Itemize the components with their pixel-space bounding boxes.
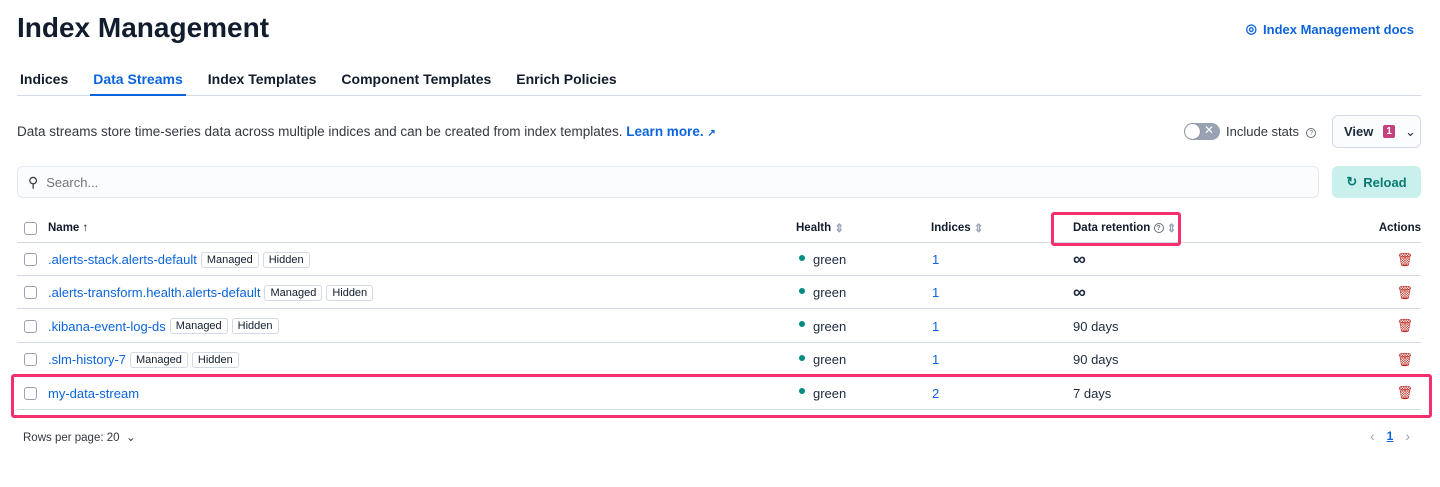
chevron-down-icon: ⌄ (125, 432, 136, 444)
table-header: Name ↑ Health ⇕ Indices ⇕ Data retention… (17, 213, 1421, 243)
table-row: .slm-history-7 Managed Hidden green 1 90 d… (17, 343, 1421, 377)
indices-count-link[interactable]: 1 (932, 252, 939, 267)
health-status: green (813, 318, 847, 334)
tag-managed: Managed (130, 351, 188, 368)
indices-count-link[interactable]: 1 (932, 319, 939, 334)
health-status: green (813, 285, 847, 301)
search-field[interactable]: ⚲ (17, 166, 1319, 198)
rows-per-page[interactable]: Rows per page: 20 ⌄ (23, 430, 136, 444)
reload-button[interactable]: ↻ Reload (1332, 166, 1421, 198)
column-health-label: Health (796, 222, 832, 234)
tab-index-templates[interactable]: Index Templates (205, 64, 320, 96)
delete-icon[interactable]: 🗑 (1396, 343, 1413, 376)
column-indices-label: Indices (931, 222, 971, 234)
page-1-button[interactable]: 1 (1387, 429, 1394, 443)
health-dot-icon (799, 254, 805, 261)
toggle-knob (1185, 124, 1200, 139)
table-row: .alerts-stack.alerts-default Managed Hidde… (17, 243, 1421, 276)
include-stats-toggle[interactable]: ✕ (1184, 123, 1220, 140)
tag-managed: Managed (200, 251, 259, 268)
data-retention-value: ∞ (1073, 249, 1086, 269)
tab-component-templates[interactable]: Component Templates (338, 64, 494, 96)
learn-more-label: Learn more. (626, 124, 704, 139)
tag-managed: Managed (169, 318, 228, 335)
tag-managed: Managed (264, 284, 323, 301)
delete-icon[interactable]: 🗑 (1396, 243, 1413, 276)
docs-link[interactable]: ◎ Index Management docs (1246, 21, 1414, 37)
data-retention-value: 90 days (1073, 318, 1119, 334)
search-icon: ⚲ (28, 173, 39, 190)
sortable-icon: ⇕ (834, 223, 844, 235)
tab-data-streams[interactable]: Data Streams (90, 64, 186, 96)
description: Data streams store time-series data acro… (17, 124, 716, 139)
column-name-label: Name (48, 222, 80, 234)
health-status: green (813, 252, 847, 267)
learn-more-link[interactable]: Learn more. ↗ (626, 124, 715, 139)
row-checkbox[interactable] (24, 286, 37, 300)
reload-label: Reload (1363, 174, 1407, 190)
highlight-retention-header (1051, 212, 1181, 246)
health-status: green (813, 352, 847, 368)
health-dot-icon (799, 287, 805, 294)
prev-page-icon[interactable]: ‹ (1370, 428, 1375, 444)
health-dot-icon (799, 354, 805, 361)
data-stream-name-link[interactable]: .alerts-stack.alerts-default (48, 252, 197, 267)
external-link-icon: ↗ (707, 128, 716, 139)
cross-icon: ✕ (1204, 123, 1215, 137)
data-stream-name-link[interactable]: .kibana-event-log-ds (48, 319, 166, 334)
sortable-icon: ⇕ (973, 223, 984, 235)
lifebuoy-icon: ◎ (1245, 21, 1258, 36)
tag-hidden: Hidden (262, 251, 310, 268)
tag-hidden: Hidden (231, 318, 279, 335)
row-checkbox[interactable] (24, 353, 37, 367)
tag-hidden: Hidden (326, 284, 374, 301)
row-checkbox[interactable] (24, 253, 37, 266)
tabs: Indices Data Streams Index Templates Com… (17, 64, 1421, 96)
data-stream-name-link[interactable]: .slm-history-7 (48, 352, 126, 367)
docs-link-label: Index Management docs (1263, 21, 1414, 37)
table-row: .alerts-transform.health.alerts-default M… (17, 276, 1421, 310)
view-button[interactable]: View 1 ⌄ (1332, 115, 1421, 148)
column-indices[interactable]: Indices ⇕ (931, 213, 983, 243)
row-checkbox[interactable] (24, 319, 37, 333)
table-row: .kibana-event-log-ds Managed Hidden green … (17, 310, 1421, 343)
data-stream-name-link[interactable]: .alerts-transform.health.alerts-default (48, 285, 260, 300)
health-dot-icon (799, 321, 805, 328)
view-badge: 1 (1383, 125, 1395, 138)
page-title: Index Management (17, 12, 270, 43)
refresh-icon: ↻ (1346, 174, 1358, 189)
help-icon: ? (1306, 127, 1317, 138)
include-stats-label: Include stats ? (1226, 124, 1317, 139)
data-retention-value: 90 days (1073, 352, 1119, 368)
sort-up-icon: ↑ (82, 222, 89, 234)
indices-count-link[interactable]: 1 (932, 352, 939, 367)
include-stats-text: Include stats (1226, 124, 1299, 139)
column-actions: Actions (1378, 222, 1421, 234)
select-all-checkbox[interactable] (24, 222, 37, 235)
search-input[interactable] (46, 174, 1247, 190)
delete-icon[interactable]: 🗑 (1396, 310, 1413, 343)
rows-per-page-label: Rows per page: 20 (23, 432, 120, 444)
pagination: ‹ 1 › (1370, 428, 1410, 444)
view-label: View (1344, 124, 1374, 139)
column-health[interactable]: Health ⇕ (796, 213, 844, 243)
tab-enrich-policies[interactable]: Enrich Policies (513, 64, 619, 96)
tag-hidden: Hidden (191, 351, 239, 368)
description-text: Data streams store time-series data acro… (17, 124, 623, 139)
chevron-down-icon: ⌄ (1404, 123, 1416, 139)
tab-indices[interactable]: Indices (17, 64, 71, 96)
column-name[interactable]: Name ↑ (48, 213, 88, 243)
delete-icon[interactable]: 🗑 (1396, 276, 1413, 309)
indices-count-link[interactable]: 1 (932, 285, 939, 300)
next-page-icon[interactable]: › (1405, 428, 1410, 444)
highlight-my-data-stream-row (11, 374, 1432, 418)
data-retention-value: ∞ (1073, 282, 1086, 303)
